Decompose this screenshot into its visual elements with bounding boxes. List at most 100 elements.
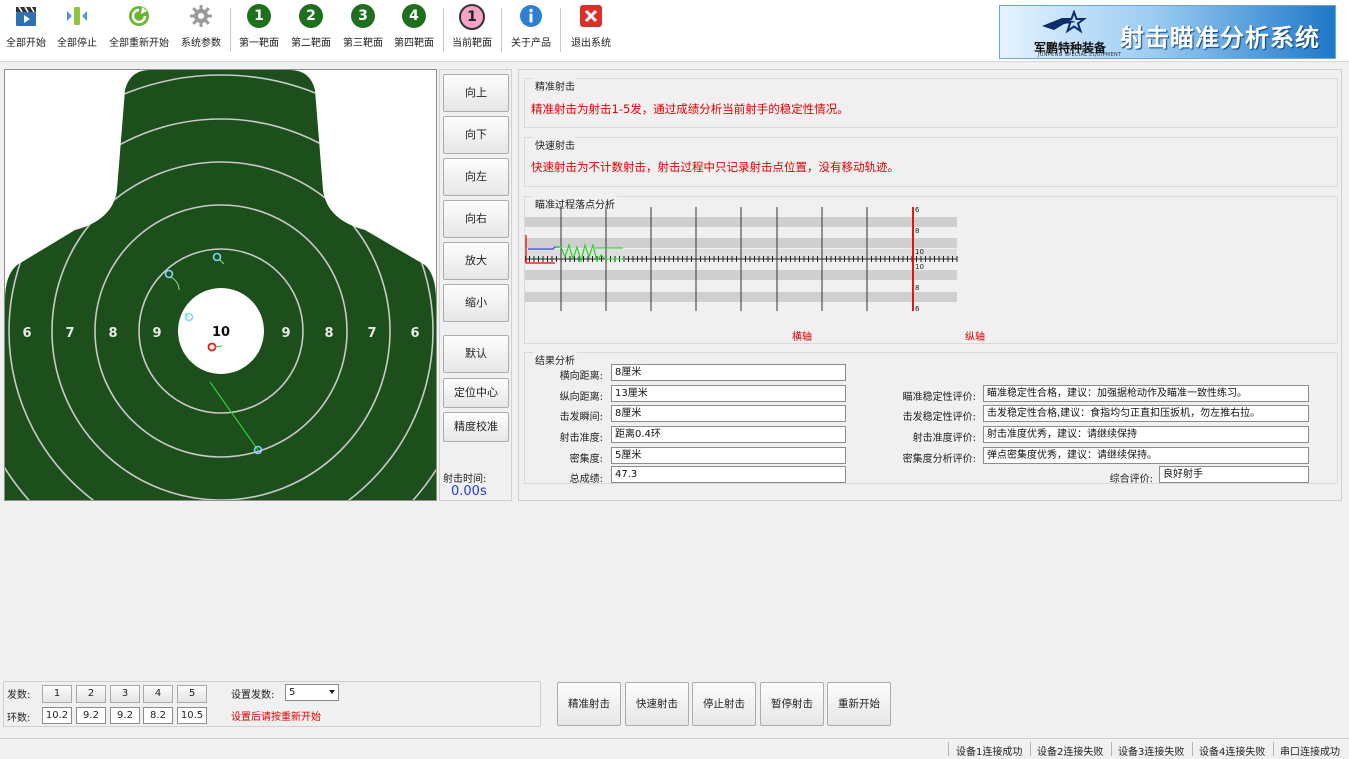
system-params-button[interactable]: 系统参数 [178, 4, 224, 56]
target-view[interactable]: 6 7 8 9 9 8 7 6 10 [4, 69, 437, 501]
device1-status: 设备1连接成功 [956, 747, 1023, 758]
scale-label: 6 [915, 207, 920, 214]
ring-label: 7 [367, 326, 376, 341]
set-shots-label: 设置发数: [231, 690, 275, 701]
trigger-moment-field: 8厘米 [611, 405, 846, 422]
scale-label: 8 [915, 227, 919, 235]
info-icon [520, 5, 542, 27]
result-label: 瞄准稳定性评价: [902, 392, 976, 403]
density-field: 5厘米 [611, 447, 846, 464]
shot-5-button[interactable]: 5 [177, 685, 207, 703]
scale-label: 8 [915, 284, 919, 292]
system-title: 射击瞄准分析系统 [1120, 24, 1320, 52]
current-target-button[interactable]: 1 当前靶面 [449, 4, 495, 56]
ring-score-3: 9.2 [110, 707, 140, 724]
ring-label: 8 [324, 326, 333, 341]
locate-center-button[interactable]: 定位中心 [443, 378, 509, 408]
zoom-in-button[interactable]: 放大 [443, 242, 509, 280]
target-control-panel: 向上 向下 向左 向右 放大 缩小 默认 定位中心 精度校准 射击时间: 0.0… [439, 69, 512, 501]
about-button[interactable]: 关于产品 [508, 4, 554, 56]
ring-score-5: 10.5 [177, 707, 207, 724]
number-four-icon: 4 [402, 4, 426, 28]
device4-status: 设备4连接失败 [1199, 747, 1266, 758]
zoom-out-button[interactable]: 缩小 [443, 284, 509, 322]
precise-shoot-group: 精准射击 精准射击为射击1-5发，通过成绩分析当前射手的稳定性情况。 [524, 78, 1338, 128]
start-all-label: 全部开始 [6, 38, 46, 49]
ring-label: 8 [108, 326, 117, 341]
overall-eval-field: 良好射手 [1159, 466, 1309, 483]
target1-button[interactable]: 1 第一靶面 [236, 4, 282, 56]
move-up-button[interactable]: 向上 [443, 74, 509, 112]
restart-all-button[interactable]: 全部重新开始 [106, 4, 172, 56]
status-divider [1273, 742, 1274, 756]
target3-button[interactable]: 3 第三靶面 [340, 4, 386, 56]
shots-label: 发数: [7, 690, 31, 701]
clapperboard-icon [16, 6, 36, 26]
toolbar-divider [501, 8, 502, 52]
start-all-button[interactable]: 全部开始 [4, 4, 48, 56]
target2-label: 第二靶面 [291, 38, 331, 49]
shot-4-button[interactable]: 4 [143, 685, 173, 703]
stop-all-button[interactable]: 全部停止 [55, 4, 99, 56]
precise-shoot-button[interactable]: 精准射击 [557, 682, 621, 726]
result-label: 击发稳定性评价: [902, 412, 976, 423]
accuracy-eval-field: 射击准度优秀，建议：请继续保持 [983, 426, 1309, 443]
result-analysis-group: 结果分析 横向距离: 8厘米 纵向距离: 13厘米 击发瞬间: 8厘米 射击准度… [524, 352, 1338, 485]
move-down-button[interactable]: 向下 [443, 116, 509, 154]
move-right-button[interactable]: 向右 [443, 200, 509, 238]
result-label: 纵向距离: [559, 392, 603, 403]
target4-button[interactable]: 4 第四靶面 [391, 4, 437, 56]
current-number-icon: 1 [459, 4, 485, 30]
status-divider [1030, 742, 1031, 756]
result-label: 横向距离: [559, 371, 603, 382]
toolbar-divider [230, 8, 231, 52]
ring-label: 7 [65, 326, 74, 341]
ring-score-1: 10.2 [42, 707, 72, 724]
density-eval-field: 弹点密集度优秀，建议：请继续保持。 [983, 447, 1309, 464]
shoot-time-value: 0.00s [451, 484, 487, 499]
result-label: 密集度: [569, 454, 603, 465]
status-divider [1111, 742, 1112, 756]
shots-count-value: 5 [289, 687, 296, 698]
about-label: 关于产品 [511, 38, 551, 49]
shot-settings-panel: 发数: 1 2 3 4 5 环数: 10.2 9.2 9.2 8.2 10.5 … [3, 681, 541, 727]
target3-label: 第三靶面 [343, 38, 383, 49]
exit-label: 退出系统 [571, 38, 611, 49]
shots-count-select[interactable]: 5 [285, 684, 339, 701]
shot-2-button[interactable]: 2 [76, 685, 106, 703]
stop-arrows-icon [67, 7, 87, 25]
target2-button[interactable]: 2 第二靶面 [288, 4, 334, 56]
calibrate-button[interactable]: 精度校准 [443, 412, 509, 442]
shot-1-button[interactable]: 1 [42, 685, 72, 703]
pause-shoot-button[interactable]: 暂停射击 [760, 682, 824, 726]
move-left-button[interactable]: 向左 [443, 158, 509, 196]
default-view-button[interactable]: 默认 [443, 335, 509, 373]
aim-stability-field: 瞄准稳定性合格，建议：加强据枪动作及瞄准一致性练习。 [983, 385, 1309, 402]
scale-label: 10 [915, 248, 924, 256]
shot-3-button[interactable]: 3 [110, 685, 140, 703]
rapid-shoot-button[interactable]: 快速射击 [625, 682, 689, 726]
ring-score-4: 8.2 [143, 707, 173, 724]
exit-button[interactable]: 退出系统 [567, 4, 615, 56]
result-label: 射击准度评价: [912, 433, 976, 444]
restart-button[interactable]: 重新开始 [827, 682, 891, 726]
status-bar: 设备1连接成功 设备2连接失败 设备3连接失败 设备4连接失败 串口连接成功 [0, 738, 1349, 759]
result-label: 击发瞬间: [559, 412, 603, 423]
y-axis-label: 纵轴 [965, 332, 985, 343]
gear-icon [190, 5, 212, 27]
toolbar: 全部开始 全部停止 全部重新开始 系统参数 1 第一靶面 2 第二靶面 3 第三… [0, 0, 1349, 62]
stop-shoot-button[interactable]: 停止射击 [692, 682, 756, 726]
ring-label: 6 [410, 326, 419, 341]
overall-label: 综合评价: [1109, 474, 1153, 485]
serial-status: 串口连接成功 [1280, 747, 1340, 758]
restart-all-label: 全部重新开始 [109, 38, 169, 49]
system-params-label: 系统参数 [181, 38, 221, 49]
rings-label: 环数: [7, 713, 31, 724]
ring-label: 6 [22, 326, 31, 341]
scale-label: 10 [915, 263, 924, 271]
target1-label: 第一靶面 [239, 38, 279, 49]
accuracy-field: 距离0.4环 [611, 426, 846, 443]
ring-label: 9 [281, 326, 290, 341]
result-label: 总成绩: [569, 474, 603, 485]
aim-trace-chart: 6 8 10 10 8 6 [525, 207, 958, 313]
